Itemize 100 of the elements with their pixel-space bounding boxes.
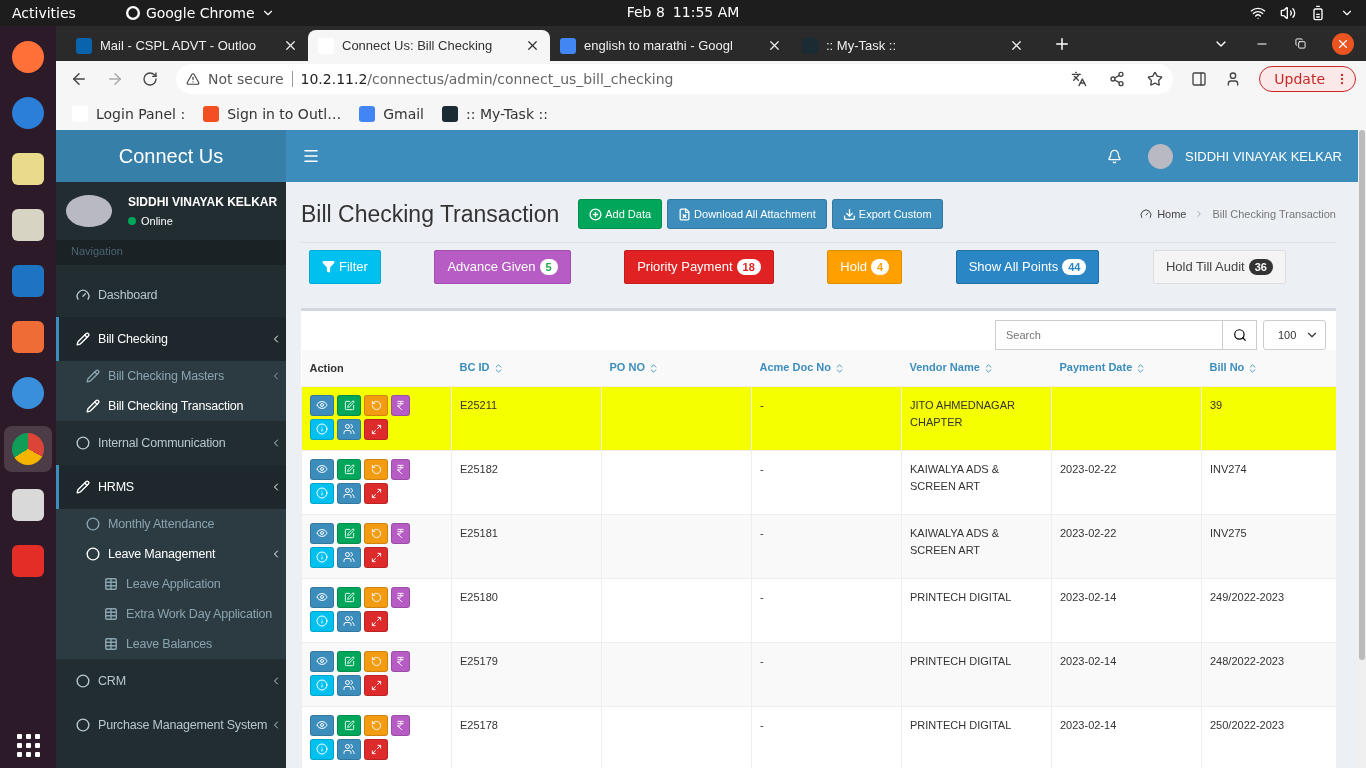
- users-button[interactable]: [337, 482, 361, 504]
- sidebar-item[interactable]: Leave Application: [56, 569, 286, 599]
- address-bar[interactable]: Not secure 10.2.11.2/connectus/admin/connect_us_bill_checking: [176, 64, 1174, 94]
- bookmark-link[interactable]: Login Panel :: [72, 105, 186, 122]
- column-header[interactable]: Payment Date: [1051, 350, 1202, 386]
- close-icon[interactable]: [525, 38, 540, 53]
- battery-icon[interactable]: [1310, 5, 1326, 21]
- action-button[interactable]: Download All Attachment: [667, 199, 827, 229]
- sidebar-item[interactable]: Internal Communication: [56, 421, 286, 465]
- payment-button[interactable]: [391, 714, 410, 736]
- back-icon[interactable]: [70, 70, 88, 88]
- sidebar-item[interactable]: Dashboard: [56, 273, 286, 317]
- bell-icon[interactable]: [1107, 148, 1122, 164]
- info-button[interactable]: [310, 418, 334, 440]
- close-window-button[interactable]: [1332, 32, 1354, 55]
- view-button[interactable]: [310, 650, 334, 672]
- action-button[interactable]: Export Custom: [831, 199, 943, 229]
- menu-icon[interactable]: [302, 147, 320, 165]
- bookmark-link[interactable]: :: My-Task ::: [442, 105, 548, 122]
- column-header[interactable]: Acme Doc No: [751, 350, 902, 386]
- sidebar-item[interactable]: Purchase Management System: [56, 703, 286, 747]
- reload-icon[interactable]: [142, 71, 158, 87]
- expand-button[interactable]: [364, 482, 388, 504]
- sidebar-item[interactable]: Leave Management: [56, 539, 286, 569]
- breadcrumb-link[interactable]: Home: [1140, 208, 1187, 220]
- filter-button[interactable]: Priority Payment 18: [624, 249, 774, 284]
- users-button[interactable]: [337, 674, 361, 696]
- users-button[interactable]: [337, 418, 361, 440]
- filter-button[interactable]: Hold Till Audit 36: [1152, 249, 1286, 284]
- history-button[interactable]: [364, 458, 388, 480]
- view-button[interactable]: [310, 394, 334, 416]
- users-button[interactable]: [337, 738, 361, 760]
- side-panel-icon[interactable]: [1191, 71, 1208, 87]
- sidebar-item[interactable]: HRMS: [56, 465, 286, 509]
- filter-button[interactable]: Advance Given 5: [434, 249, 571, 284]
- close-icon[interactable]: [767, 38, 782, 53]
- sidebar-item[interactable]: Bill Checking: [56, 317, 286, 361]
- sidebar-item[interactable]: Monthly Attendance: [56, 509, 286, 539]
- header-user-name[interactable]: SIDDHI VINAYAK KELKAR: [1185, 148, 1342, 164]
- app-brand[interactable]: Connect Us: [56, 130, 286, 182]
- payment-button[interactable]: [391, 458, 410, 480]
- volume-icon[interactable]: [1280, 5, 1296, 21]
- translate-icon[interactable]: [1071, 71, 1088, 87]
- view-button[interactable]: [310, 714, 334, 736]
- wifi-icon[interactable]: [1250, 5, 1266, 21]
- star-icon[interactable]: [1147, 71, 1164, 87]
- column-header[interactable]: Vendor Name: [901, 350, 1052, 386]
- update-button[interactable]: Update: [1259, 66, 1356, 92]
- browser-tab[interactable]: english to marathi - Googl: [550, 30, 792, 61]
- browser-tab[interactable]: Mail - CSPL ADVT - Outloo: [66, 30, 308, 61]
- edit-button[interactable]: [337, 586, 361, 608]
- column-header[interactable]: Bill No: [1201, 350, 1336, 386]
- sidebar-item[interactable]: Leave Balances: [56, 629, 286, 659]
- expand-button[interactable]: [364, 738, 388, 760]
- share-icon[interactable]: [1109, 71, 1126, 87]
- users-button[interactable]: [337, 546, 361, 568]
- history-button[interactable]: [364, 650, 388, 672]
- filter-button[interactable]: Show All Points 44: [955, 249, 1100, 284]
- edit-button[interactable]: [337, 394, 361, 416]
- payment-button[interactable]: [391, 394, 410, 416]
- payment-button[interactable]: [391, 650, 410, 672]
- edit-button[interactable]: [337, 650, 361, 672]
- history-button[interactable]: [364, 394, 388, 416]
- sidebar-item[interactable]: CRM: [56, 659, 286, 703]
- info-button[interactable]: [310, 482, 334, 504]
- bookmark-link[interactable]: Gmail: [359, 105, 424, 122]
- history-button[interactable]: [364, 586, 388, 608]
- browser-tab[interactable]: :: My-Task ::: [792, 30, 1034, 61]
- expand-button[interactable]: [364, 546, 388, 568]
- expand-button[interactable]: [364, 610, 388, 632]
- edit-button[interactable]: [337, 714, 361, 736]
- column-header[interactable]: BC ID: [451, 350, 602, 386]
- users-button[interactable]: [337, 610, 361, 632]
- browser-tab[interactable]: Connect Us: Bill Checking: [308, 30, 550, 61]
- info-button[interactable]: [310, 674, 334, 696]
- close-icon[interactable]: [1009, 38, 1024, 53]
- info-button[interactable]: [310, 610, 334, 632]
- close-icon[interactable]: [283, 38, 298, 53]
- sidebar-item[interactable]: Bill Checking Transaction: [56, 391, 286, 421]
- activities-button[interactable]: Activities: [12, 5, 76, 21]
- apps-grid-icon[interactable]: [17, 734, 39, 756]
- payment-button[interactable]: [391, 522, 410, 544]
- sidebar-item[interactable]: Extra Work Day Application: [56, 599, 286, 629]
- history-button[interactable]: [364, 714, 388, 736]
- restore-icon[interactable]: [1295, 38, 1306, 49]
- info-button[interactable]: [310, 546, 334, 568]
- info-button[interactable]: [310, 738, 334, 760]
- search-field[interactable]: Search: [995, 320, 1257, 350]
- edit-button[interactable]: [337, 522, 361, 544]
- payment-button[interactable]: [391, 586, 410, 608]
- sidebar-item[interactable]: Bill Checking Masters: [56, 361, 286, 391]
- scrollbar-thumb[interactable]: [1359, 130, 1365, 660]
- app-menu[interactable]: Google Chrome: [145, 5, 255, 21]
- expand-button[interactable]: [364, 674, 388, 696]
- view-button[interactable]: [310, 458, 334, 480]
- edit-button[interactable]: [337, 458, 361, 480]
- column-header[interactable]: PO NO: [601, 350, 752, 386]
- view-button[interactable]: [310, 522, 334, 544]
- bookmark-link[interactable]: Sign in to Outl…: [203, 105, 342, 122]
- view-button[interactable]: [310, 586, 334, 608]
